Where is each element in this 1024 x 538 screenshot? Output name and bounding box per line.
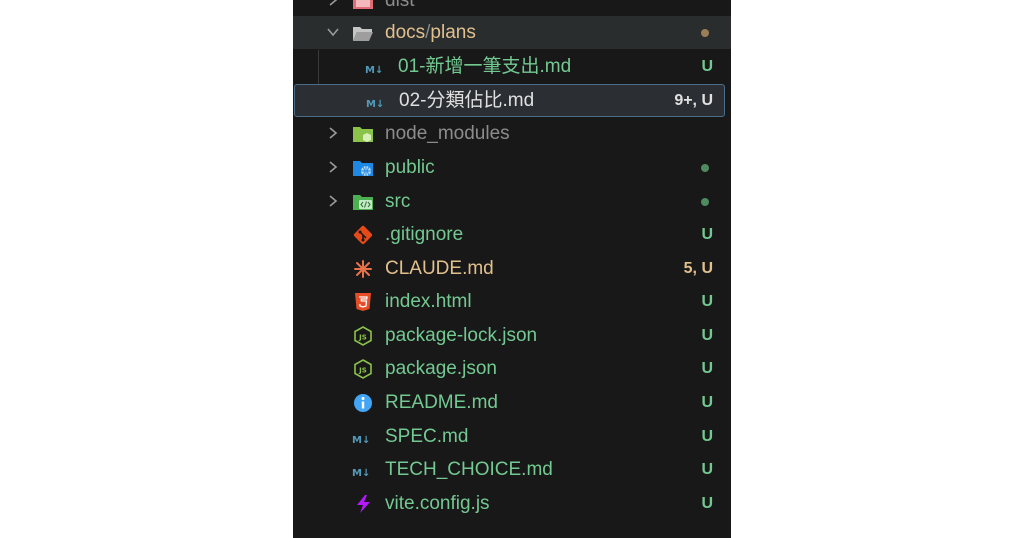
svg-text:M↓: M↓ — [366, 99, 384, 110]
nodejs-icon: JS — [354, 326, 372, 346]
tree-item-spec-md[interactable]: M↓ SPEC.md U — [293, 420, 731, 453]
svg-text:M↓: M↓ — [352, 468, 370, 479]
markdown-icon: M↓ — [365, 65, 383, 76]
tree-item-label: 01-新增一筆支出.md — [398, 56, 572, 77]
git-status-badge: 9+, U — [674, 92, 713, 109]
tree-item-label: CLAUDE.md — [385, 258, 494, 279]
tree-item-label: vite.config.js — [385, 493, 490, 514]
git-status-badge: U — [701, 394, 713, 411]
git-icon — [353, 225, 373, 245]
chevron-right-icon[interactable] — [325, 192, 341, 210]
tree-item-package-json[interactable]: JS package.json U — [293, 352, 731, 385]
tree-item-label: src — [385, 191, 411, 212]
tree-item-label: 02-分類佔比.md — [399, 90, 535, 111]
tree-item-plan-02[interactable]: M↓ 02-分類佔比.md 9+, U — [294, 84, 725, 117]
vite-icon — [357, 495, 370, 513]
chevron-right-icon[interactable] — [325, 124, 341, 142]
untracked-indicator-dot — [701, 164, 709, 172]
tree-item-package-lock-json[interactable]: JS package-lock.json U — [293, 319, 731, 352]
modified-indicator-dot — [701, 29, 709, 37]
info-icon — [354, 394, 372, 412]
tree-item-label: docs/plans — [385, 22, 476, 43]
tree-item-dist[interactable]: dist — [293, 0, 731, 17]
node-folder-icon — [353, 127, 373, 142]
tree-item-label: index.html — [385, 291, 472, 312]
svg-text:M↓: M↓ — [365, 65, 383, 76]
tree-item-docs-plans[interactable]: docs/plans — [293, 16, 731, 49]
tree-item-src[interactable]: src — [293, 185, 731, 218]
tree-item-label: package.json — [385, 358, 497, 379]
tree-item-index-html[interactable]: index.html U — [293, 285, 731, 318]
html5-icon — [355, 293, 371, 311]
chevron-down-icon[interactable] — [325, 23, 341, 41]
git-status-badge: U — [701, 293, 713, 310]
svg-text:M↓: M↓ — [352, 435, 370, 446]
svg-text:JS: JS — [358, 367, 367, 375]
tree-item-label: .gitignore — [385, 224, 464, 245]
tree-item-label: README.md — [385, 392, 498, 413]
tree-item-label: SPEC.md — [385, 426, 469, 447]
tree-item-label: package-lock.json — [385, 325, 538, 346]
untracked-indicator-dot — [701, 198, 709, 206]
svg-text:JS: JS — [358, 334, 367, 342]
tree-item-readme-md[interactable]: README.md U — [293, 386, 731, 419]
tree-item-node-modules[interactable]: node_modules — [293, 117, 731, 150]
chevron-right-icon[interactable] — [325, 158, 341, 176]
tree-item-plan-01[interactable]: M↓ 01-新增一筆支出.md U — [293, 50, 731, 83]
git-status-badge: U — [701, 428, 713, 445]
public-folder-icon — [353, 161, 373, 176]
src-folder-icon — [353, 195, 373, 210]
tree-item-label: TECH_CHOICE.md — [385, 459, 553, 480]
folder-icon — [353, 0, 373, 9]
folder-open-icon — [353, 27, 373, 41]
tree-item-vite-config-js[interactable]: vite.config.js U — [293, 487, 731, 520]
git-status-badge: U — [701, 327, 713, 344]
git-status-badge: U — [701, 226, 713, 243]
git-status-badge: 5, U — [683, 260, 713, 277]
tree-item-public[interactable]: public — [293, 151, 731, 184]
git-status-badge: U — [701, 461, 713, 478]
markdown-icon: M↓ — [352, 435, 370, 446]
tree-item-label: node_modules — [385, 123, 510, 144]
markdown-icon: M↓ — [352, 468, 370, 479]
tree-item-label: public — [385, 157, 435, 178]
claude-icon — [354, 260, 372, 278]
markdown-icon: M↓ — [366, 99, 384, 110]
tree-item-label: dist — [385, 0, 415, 11]
tree-item-claude-md[interactable]: CLAUDE.md 5, U — [293, 252, 731, 285]
tree-item-gitignore[interactable]: .gitignore U — [293, 218, 731, 251]
git-status-badge: U — [701, 495, 713, 512]
tree-item-tech-choice-md[interactable]: M↓ TECH_CHOICE.md U — [293, 453, 731, 486]
nodejs-icon: JS — [354, 359, 372, 379]
git-status-badge: U — [701, 360, 713, 377]
git-status-badge: U — [701, 58, 713, 75]
chevron-right-icon[interactable] — [325, 0, 341, 9]
file-explorer: dist docs/plans M↓ 01-新增一筆支出.md U M↓ 02-… — [293, 0, 731, 538]
